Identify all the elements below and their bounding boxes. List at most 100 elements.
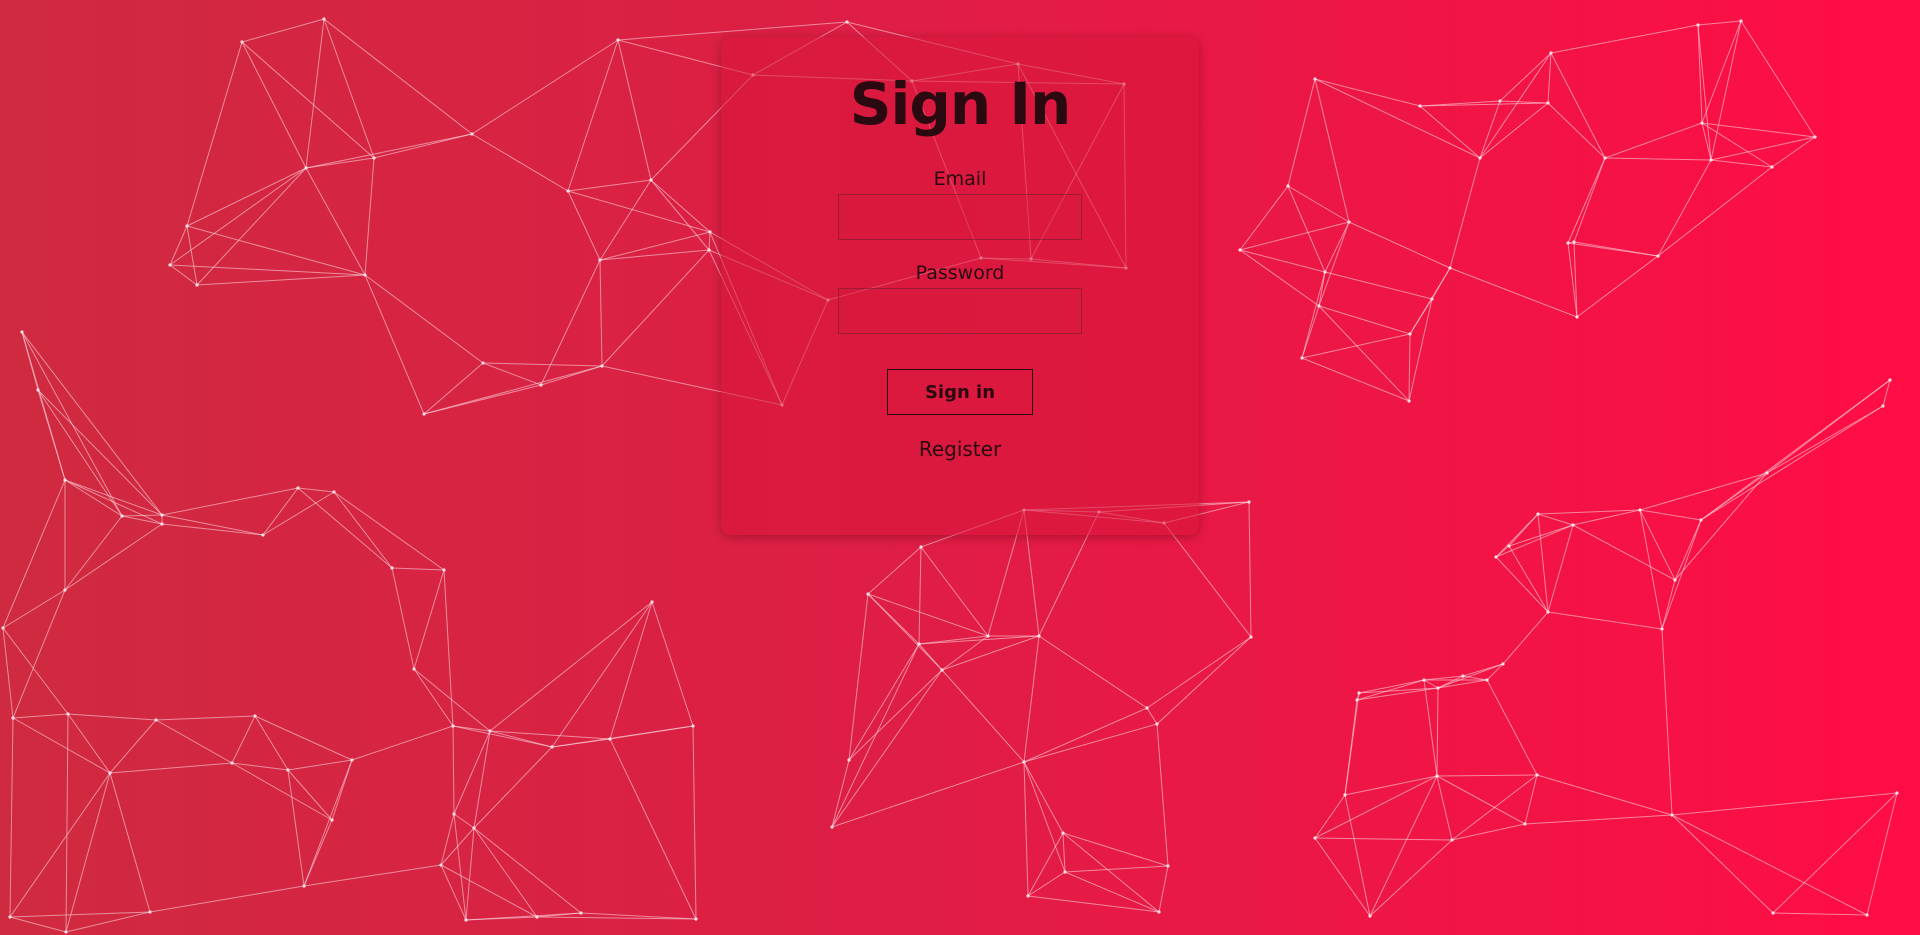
network-line [364,274,425,415]
network-line [867,593,989,637]
network-node [1063,870,1067,874]
network-line [305,167,366,276]
network-node [422,412,426,416]
network-node [708,230,712,234]
network-node [442,568,446,572]
network-line [67,713,111,774]
network-line [482,362,603,367]
network-line [1344,699,1358,796]
network-node [986,634,990,638]
network-node [1026,894,1030,898]
network-line [109,772,151,913]
network-node [1765,471,1769,475]
network-line [1146,636,1252,709]
network-line [443,569,454,727]
network-node [66,712,70,716]
network-line [1369,839,1453,917]
network-line [1423,675,1464,681]
network-node [1145,706,1149,710]
network-line [351,725,454,761]
network-node [1865,913,1869,917]
network-node [253,714,257,718]
network-line [121,515,163,525]
network-node [1247,500,1251,504]
network-line [617,39,652,181]
network-node [148,910,152,914]
network-line [831,761,1025,828]
network-line [1674,472,1768,581]
network-node [390,566,394,570]
network-line [1301,271,1326,359]
network-line [1639,509,1676,581]
network-node [917,642,921,646]
network-line [452,725,553,748]
network-line [1419,105,1481,159]
network-line [1462,675,1488,681]
network-line [1573,157,1606,243]
network-node [108,771,112,775]
network-node [1368,914,1372,918]
network-line [161,523,264,536]
email-field[interactable] [838,194,1082,240]
network-line [1156,636,1252,725]
network-line [231,715,256,764]
network-line [1537,513,1574,526]
network-node [1696,23,1700,27]
network-node [616,38,620,42]
network-node [1535,773,1539,777]
network-line [262,487,299,536]
network-node [481,361,485,365]
network-node [1478,156,1482,160]
network-line [1023,707,1148,763]
network-line [1239,185,1289,251]
network-node [940,668,944,672]
network-line [1479,102,1549,159]
signin-button[interactable]: Sign in [887,369,1033,415]
network-line [609,601,653,740]
network-line [287,769,333,821]
network-node [1536,512,1540,516]
network-line [1547,102,1606,159]
network-line [1740,20,1816,138]
network-line [551,601,653,748]
register-link[interactable]: Register [919,437,1001,461]
network-node [1347,220,1351,224]
network-line [831,643,920,828]
network-line [473,827,582,914]
password-field[interactable] [838,288,1082,334]
network-line [109,719,157,774]
network-line [651,601,694,727]
network-line [1314,775,1438,839]
network-node [330,818,334,822]
network-node [1673,578,1677,582]
network-line [1146,707,1158,725]
network-line [692,725,697,920]
network-node [63,478,67,482]
network-line [1023,723,1158,763]
network-node [1448,266,1452,270]
network-line [567,179,652,192]
network-node [296,486,300,490]
network-node [1313,77,1317,81]
network-node [1450,838,1454,842]
network-line [241,41,307,169]
network-line [333,491,445,571]
network-node [1422,678,1426,682]
network-node [11,716,15,720]
network-line [1547,611,1663,630]
network-line [64,523,163,591]
network-node [439,863,443,867]
network-line [1449,267,1578,318]
network-node [1494,555,1498,559]
network-line [1547,52,1552,104]
network-line [9,916,67,933]
network-line [21,331,163,516]
network-node [1037,634,1041,638]
network-line [241,41,375,159]
network-node [372,156,376,160]
network-line [1700,405,1884,521]
network-line [287,759,353,771]
network-node [64,930,68,934]
network-line [918,643,943,671]
network-line [1567,157,1606,244]
